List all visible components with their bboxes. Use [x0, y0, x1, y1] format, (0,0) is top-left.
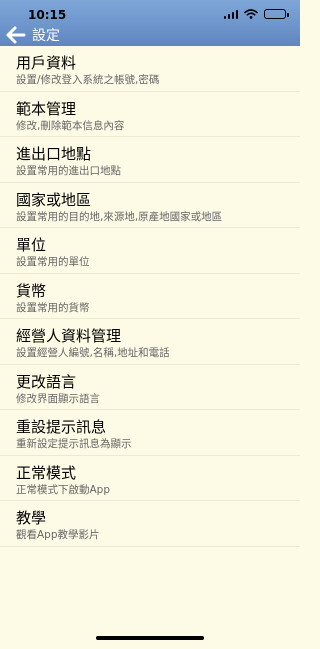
settings-item-title: 用戶資料 — [16, 54, 77, 72]
settings-item-reset-hints[interactable]: 重設提示訊息 重新設定提示訊息為顯示 — [0, 410, 300, 456]
settings-item-title: 經營人資料管理 — [16, 327, 122, 345]
settings-item-import-export-location[interactable]: 進出口地點 設置常用的進出口地點 — [0, 137, 300, 183]
arrow-left-icon — [6, 26, 26, 44]
settings-item-title: 範本管理 — [16, 99, 77, 118]
settings-item-title: 更改語言 — [16, 372, 77, 391]
settings-item-tutorial[interactable]: 教學 觀看App教學影片 — [0, 501, 300, 547]
settings-item-title: 重設提示訊息 — [16, 418, 107, 436]
settings-item-operator-management[interactable]: 經營人資料管理 設置經營人編號,名稱,地址和電話 — [0, 319, 300, 365]
settings-item-unit[interactable]: 單位 設置常用的單位 — [0, 228, 300, 274]
home-indicator[interactable] — [96, 636, 204, 640]
status-bar: 10:15 — [0, 0, 300, 24]
settings-item-title: 國家或地區 — [16, 190, 92, 209]
settings-item-currency[interactable]: 貨幣 設置常用的貨幣 — [0, 274, 300, 319]
settings-item-subtitle: 重新設定提示訊息為顯示 — [16, 438, 132, 450]
settings-item-subtitle: 設置常用的進出口地點 — [16, 165, 121, 177]
settings-item-subtitle: 設置常用的貨幣 — [16, 301, 90, 314]
status-time: 10:15 — [28, 8, 67, 22]
settings-item-template-management[interactable]: 範本管理 修改,刪除範本信息內容 — [0, 92, 300, 137]
settings-item-subtitle: 修改界面顯示語言 — [16, 392, 100, 405]
page-title: 設定 — [32, 28, 60, 44]
wifi-icon — [244, 9, 258, 19]
settings-item-subtitle: 設置常用的目的地,來源地,原產地國家或地區 — [16, 210, 223, 223]
settings-item-user-profile[interactable]: 用戶資料 設置/修改登入系統之帳號,密碼 — [0, 46, 300, 92]
settings-item-subtitle: 設置經營人編號,名稱,地址和電話 — [16, 347, 170, 359]
settings-item-title: 正常模式 — [16, 463, 77, 482]
settings-item-subtitle: 觀看App教學影片 — [16, 529, 100, 541]
settings-item-title: 單位 — [16, 236, 47, 254]
settings-item-title: 教學 — [16, 509, 47, 527]
settings-list: 用戶資料 設置/修改登入系統之帳號,密碼 範本管理 修改,刪除範本信息內容 進出… — [0, 46, 300, 547]
settings-item-title: 貨幣 — [16, 281, 47, 300]
settings-item-subtitle: 設置/修改登入系統之帳號,密碼 — [16, 74, 160, 86]
battery-icon — [264, 9, 289, 19]
nav-bar: 設定 — [0, 24, 300, 46]
settings-item-country-region[interactable]: 國家或地區 設置常用的目的地,來源地,原產地國家或地區 — [0, 183, 300, 228]
settings-item-normal-mode[interactable]: 正常模式 正常模式下啟動App — [0, 456, 300, 501]
back-button[interactable] — [0, 24, 26, 46]
settings-item-title: 進出口地點 — [16, 145, 92, 163]
cellular-signal-icon — [223, 9, 238, 19]
settings-item-subtitle: 正常模式下啟動App — [16, 483, 111, 496]
settings-item-subtitle: 修改,刪除範本信息內容 — [16, 119, 125, 132]
settings-item-change-language[interactable]: 更改語言 修改界面顯示語言 — [0, 365, 300, 410]
status-icons — [223, 9, 289, 19]
settings-item-subtitle: 設置常用的單位 — [16, 256, 90, 268]
